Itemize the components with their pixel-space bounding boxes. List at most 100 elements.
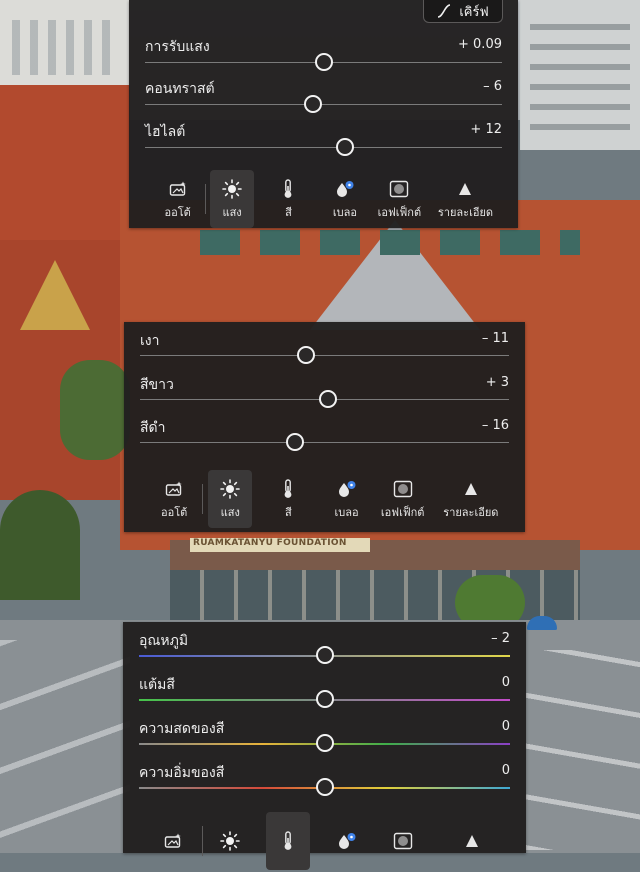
edit-toolbar [123, 812, 526, 872]
slider-value: 0 [501, 675, 510, 690]
triangle-icon [458, 178, 472, 200]
slider-tint[interactable]: แต้มสี 0 [139, 674, 510, 708]
drop-blur-icon [337, 830, 357, 852]
tool-thermometer[interactable]: สี [258, 170, 318, 228]
slider-value: – 16 [481, 418, 509, 433]
slider-knob[interactable] [315, 734, 334, 752]
slider-shadows[interactable]: เงา – 11 [140, 330, 509, 364]
slider-track[interactable] [140, 442, 509, 443]
photo-sign-text: RUAMKATANYU FOUNDATION [193, 538, 347, 548]
slider-track[interactable] [140, 355, 509, 356]
slider-knob[interactable] [315, 690, 334, 708]
tool-auto-enhance[interactable] [143, 812, 203, 870]
curve-button[interactable]: เคิร์ฟ [423, 0, 503, 23]
tool-drop-blur[interactable]: เบลอ [317, 470, 377, 528]
slider-highlights[interactable]: ไฮไลต์ + 12 [145, 121, 502, 156]
slider-value: – 6 [483, 79, 502, 94]
photo-temple-roof-left [0, 85, 130, 245]
light-panel-top: เคิร์ฟ การรับแสง + 0.09 คอนทราสต์ – 6 ไฮ… [129, 0, 518, 228]
slider-label: เงา [140, 333, 160, 349]
tool-thermometer[interactable]: สี [258, 470, 318, 528]
slider-track[interactable] [145, 104, 502, 105]
slider-label: คอนทราสต์ [145, 81, 215, 97]
triangle-icon [465, 830, 479, 852]
tool-label: แสง [220, 505, 240, 519]
slider-value: 0 [501, 763, 510, 778]
vignette-icon [393, 478, 413, 500]
tool-sun[interactable]: แสง [210, 170, 255, 228]
tool-triangle[interactable]: รายละเอียด [441, 470, 501, 528]
slider-blacks[interactable]: สีดำ – 16 [140, 417, 509, 451]
slider-exposure[interactable]: การรับแสง + 0.09 [145, 36, 502, 71]
tool-thermometer[interactable] [266, 812, 311, 870]
drop-blur-icon [337, 478, 357, 500]
slider-label: สีดำ [140, 420, 166, 436]
vignette-icon [389, 178, 409, 200]
photo-tree [0, 490, 80, 600]
auto-enhance-icon [169, 178, 187, 200]
drop-blur-icon [335, 178, 355, 200]
tool-vignette[interactable]: เอฟเฟ็กต์ [369, 170, 429, 228]
slider-label: ความสดของสี [139, 721, 225, 737]
tool-triangle[interactable] [442, 812, 502, 870]
slider-track[interactable] [145, 147, 502, 148]
tool-triangle[interactable]: รายละเอียด [435, 170, 495, 228]
slider-label: แต้มสี [139, 677, 175, 693]
sun-icon [220, 478, 241, 500]
tool-sun[interactable]: แสง [208, 470, 253, 528]
slider-value: 0 [501, 719, 510, 734]
thermometer-icon [282, 478, 294, 500]
vignette-icon [393, 830, 413, 852]
slider-whites[interactable]: สีขาว + 3 [140, 374, 509, 408]
edit-toolbar: ออโต้ แสง สี เบลอ เอฟเฟ็กต์ รายละเอียด [124, 470, 525, 530]
slider-knob[interactable] [315, 778, 334, 796]
slider-knob[interactable] [314, 53, 333, 71]
tool-label: แสง [222, 205, 242, 219]
tool-label: ออโต้ [164, 205, 191, 219]
tool-label: สี [285, 205, 292, 219]
tool-drop-blur[interactable]: เบลอ [315, 170, 375, 228]
tool-auto-enhance[interactable]: ออโต้ [148, 170, 208, 228]
curve-button-label: เคิร์ฟ [459, 4, 489, 20]
edit-toolbar: ออโต้ แสง สี เบลอ เอฟเฟ็กต์ รายละเอียด [129, 170, 518, 230]
photo-building-right [520, 0, 640, 150]
slider-knob[interactable] [303, 95, 322, 113]
toolbar-separator [204, 184, 206, 214]
tool-label: เอฟเฟ็กต์ [380, 505, 425, 519]
slider-contrast[interactable]: คอนทราสต์ – 6 [145, 78, 502, 113]
tool-label: ออโต้ [160, 505, 188, 519]
tool-sun[interactable] [200, 812, 260, 870]
tool-vignette[interactable]: เอฟเฟ็กต์ [373, 470, 433, 528]
tool-label: รายละเอียด [443, 505, 499, 519]
slider-knob[interactable] [297, 346, 316, 364]
slider-label: สีขาว [140, 377, 174, 393]
photo-building-left [0, 0, 130, 90]
curve-icon [438, 4, 451, 18]
color-panel: อุณหภูมิ – 2 แต้มสี 0 ความสดของสี 0 ความ… [123, 622, 526, 870]
auto-enhance-icon [165, 478, 183, 500]
tool-auto-enhance[interactable]: ออโต้ [144, 470, 204, 528]
triangle-icon [464, 478, 478, 500]
tool-drop-blur[interactable] [317, 812, 377, 870]
slider-value: + 12 [470, 122, 502, 137]
auto-enhance-icon [164, 830, 182, 852]
slider-temperature[interactable]: อุณหภูมิ – 2 [139, 630, 510, 664]
slider-vibrance[interactable]: ความสดของสี 0 [139, 718, 510, 752]
tool-vignette[interactable] [373, 812, 433, 870]
slider-saturation[interactable]: ความอิ่มของสี 0 [139, 762, 510, 796]
slider-knob[interactable] [315, 646, 334, 664]
tool-label: เบลอ [334, 505, 359, 519]
tool-label: เอฟเฟ็กต์ [377, 205, 422, 219]
slider-knob[interactable] [335, 138, 354, 156]
tool-label: เบลอ [332, 205, 357, 219]
sun-icon [222, 178, 242, 200]
slider-knob[interactable] [319, 390, 338, 408]
photo-umbrella [527, 616, 557, 630]
photo-tree [60, 360, 130, 460]
slider-value: + 3 [485, 375, 509, 390]
slider-label: ความอิ่มของสี [139, 765, 225, 781]
slider-label: อุณหภูมิ [139, 633, 189, 649]
slider-knob[interactable] [285, 433, 304, 451]
light-panel-middle: เงา – 11 สีขาว + 3 สีดำ – 16 ออโต้ แสง สี เ… [124, 322, 525, 532]
toolbar-separator [202, 484, 204, 514]
